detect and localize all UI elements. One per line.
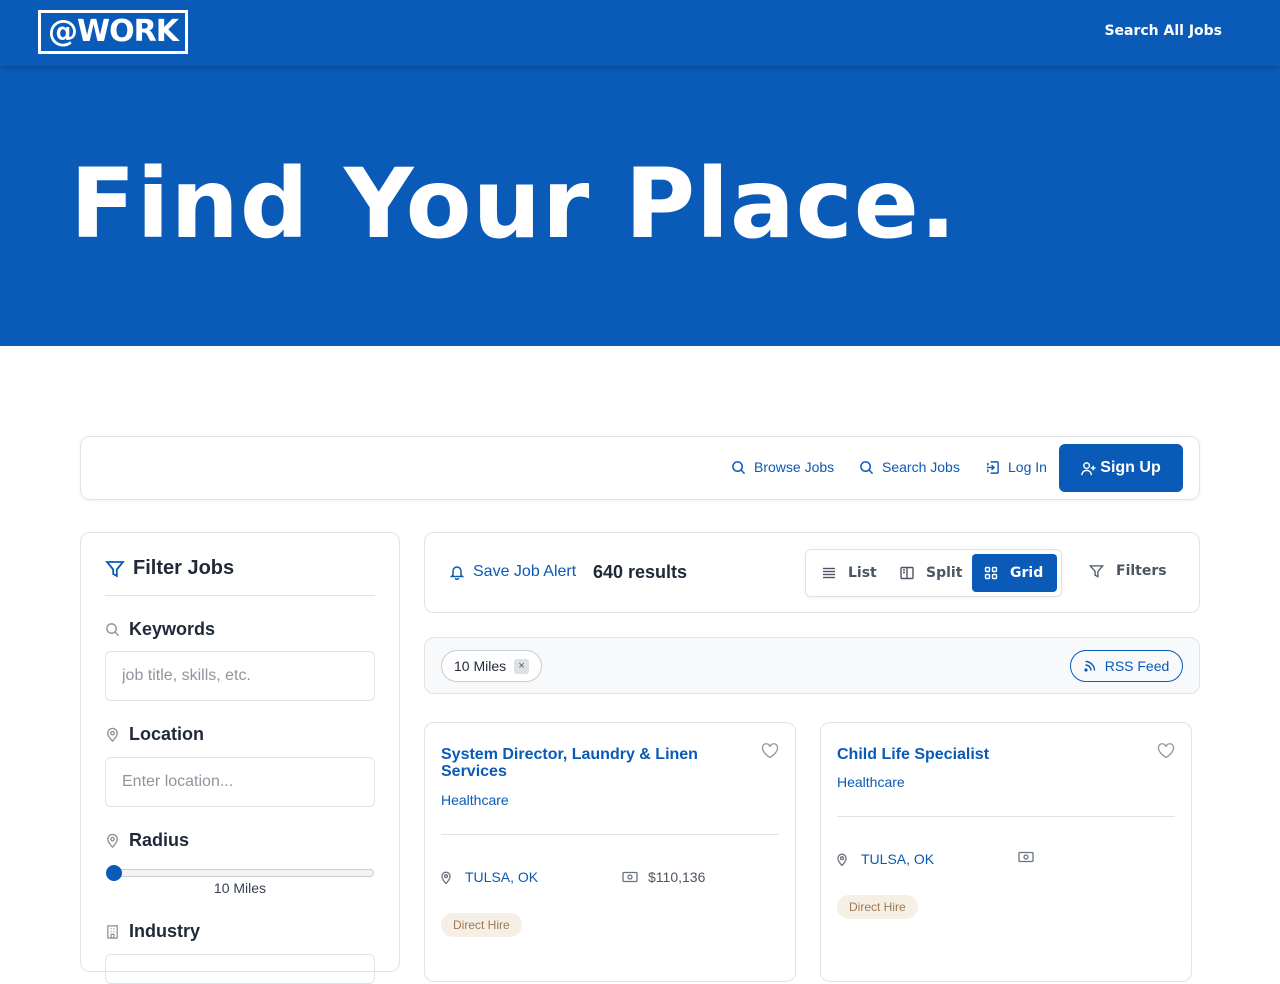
job-salary: $110,136 — [622, 869, 705, 885]
keywords-input[interactable] — [105, 651, 375, 701]
heart-icon[interactable] — [761, 743, 779, 759]
map-pin-icon — [107, 727, 118, 742]
job-salary-text: $110,136 — [648, 869, 706, 885]
job-category: Healthcare — [837, 774, 905, 790]
job-title[interactable]: Child Life Specialist — [837, 746, 1137, 763]
job-location: TULSA, OK — [441, 869, 538, 885]
funnel-icon — [105, 560, 125, 578]
grid-icon — [984, 566, 998, 580]
rss-feed-label: RSS Feed — [1104, 658, 1170, 674]
funnel-icon — [1089, 564, 1104, 578]
job-salary — [1018, 851, 1044, 863]
keywords-label-text: Keywords — [129, 619, 216, 639]
keywords-label: Keywords — [105, 619, 215, 640]
divider — [441, 834, 779, 835]
active-filters-bar: 10 Miles × RSS Feed — [424, 637, 1200, 694]
search-all-jobs-link[interactable]: Search All Jobs — [1104, 23, 1222, 39]
location-label: Location — [105, 724, 204, 745]
job-location-text: TULSA, OK — [861, 851, 935, 867]
filter-panel-header: Filter Jobs — [105, 557, 234, 580]
view-mode-toggle: List Split Grid — [805, 549, 1062, 597]
jobs-nav-bar: Browse Jobs Search Jobs Log In Sign Up — [80, 436, 1200, 500]
browse-jobs-link[interactable]: Browse Jobs — [731, 459, 834, 475]
search-icon — [732, 460, 746, 474]
view-grid-button[interactable]: Grid — [972, 554, 1057, 592]
filters-label: Filters — [1116, 563, 1167, 579]
job-title[interactable]: System Director, Laundry & Linen Service… — [441, 746, 741, 780]
radius-slider-track[interactable] — [114, 869, 374, 877]
filter-panel: Filter Jobs Keywords Location Radius 10 … — [80, 532, 400, 984]
login-icon — [986, 460, 999, 474]
top-navbar: @WORK Search All Jobs — [0, 0, 1280, 66]
view-split-label: Split — [926, 565, 963, 581]
add-user-icon — [1081, 461, 1096, 475]
remove-chip-button[interactable]: × — [514, 658, 530, 674]
divider — [837, 816, 1175, 817]
sign-up-label: Sign Up — [1100, 459, 1161, 476]
bell-icon — [449, 566, 465, 580]
site-logo[interactable]: @WORK — [38, 10, 188, 54]
filter-panel-title: Filter Jobs — [133, 557, 235, 579]
rss-feed-button[interactable]: RSS Feed — [1070, 650, 1183, 682]
search-icon — [106, 623, 120, 637]
heart-icon[interactable] — [1157, 743, 1175, 759]
job-card[interactable]: System Director, Laundry & Linen Service… — [424, 722, 796, 982]
money-icon — [622, 871, 638, 883]
job-card[interactable]: Child Life Specialist Healthcare TULSA, … — [820, 722, 1192, 982]
save-job-alert-label: Save Job Alert — [473, 563, 577, 580]
list-icon — [823, 567, 835, 579]
columns-icon — [900, 566, 914, 580]
filter-chip-label: 10 Miles — [454, 658, 507, 674]
filter-chip: 10 Miles × — [441, 650, 543, 682]
view-list-button[interactable]: List — [810, 554, 889, 592]
hero-title: Find Your Place. — [70, 148, 958, 260]
location-label-text: Location — [129, 724, 204, 744]
radius-label-text: Radius — [129, 830, 190, 850]
view-split-button[interactable]: Split — [888, 554, 974, 592]
browse-jobs-label: Browse Jobs — [754, 459, 835, 475]
map-pin-icon — [107, 833, 118, 848]
results-count: 640 results — [593, 562, 688, 582]
job-category: Healthcare — [441, 792, 509, 808]
map-pin-icon — [441, 871, 451, 884]
location-input[interactable] — [105, 757, 375, 807]
login-link[interactable]: Log In — [985, 459, 1047, 475]
view-list-label: List — [848, 565, 877, 581]
job-type-badge: Direct Hire — [837, 895, 918, 919]
sign-up-button[interactable]: Sign Up — [1059, 444, 1183, 492]
industry-label: Industry — [105, 921, 200, 942]
job-location-text: TULSA, OK — [465, 869, 539, 885]
money-icon — [1018, 851, 1034, 863]
search-jobs-link[interactable]: Search Jobs — [859, 459, 960, 475]
radius-value: 10 Miles — [213, 880, 267, 896]
hero-banner: Find Your Place. — [0, 66, 1280, 346]
results-toolbar: Save Job Alert 640 results List Split Gr… — [424, 532, 1200, 613]
search-icon — [860, 460, 874, 474]
rss-icon — [1084, 660, 1095, 672]
building-icon — [107, 925, 118, 939]
view-grid-label: Grid — [1010, 565, 1044, 581]
job-type-badge: Direct Hire — [441, 913, 522, 937]
industry-label-text: Industry — [129, 921, 201, 941]
filters-button[interactable]: Filters — [1089, 563, 1167, 579]
search-jobs-label: Search Jobs — [882, 459, 960, 475]
divider — [105, 595, 375, 596]
job-location: TULSA, OK — [837, 851, 934, 867]
save-job-alert-button[interactable]: Save Job Alert — [449, 563, 576, 581]
radius-label: Radius — [105, 830, 189, 851]
map-pin-icon — [837, 853, 847, 866]
industry-select[interactable] — [105, 954, 375, 984]
login-label: Log In — [1008, 459, 1047, 475]
radius-slider-handle[interactable] — [106, 865, 122, 881]
